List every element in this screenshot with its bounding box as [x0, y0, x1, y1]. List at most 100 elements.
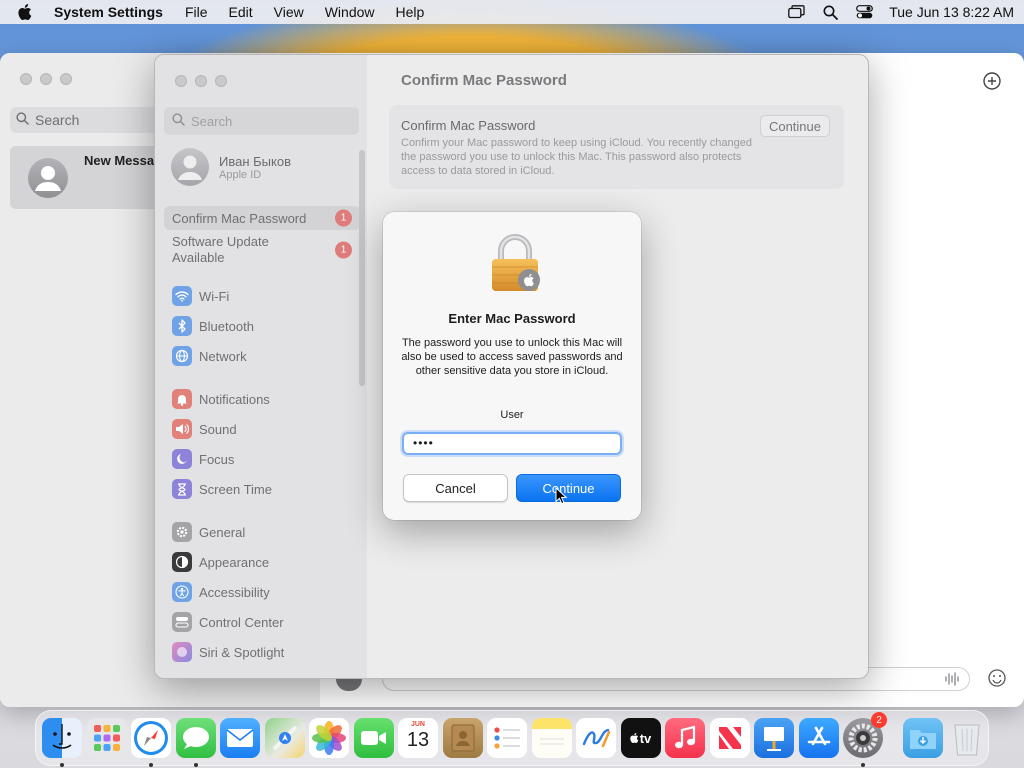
minimize-button[interactable] — [40, 73, 52, 85]
contacts-icon[interactable] — [442, 718, 483, 758]
compose-plus-icon[interactable] — [982, 71, 1002, 91]
tv-label: tv — [639, 730, 652, 746]
bluetooth-icon — [172, 316, 192, 336]
control-center-toggles-icon — [172, 612, 192, 632]
sidebar-item-sound[interactable]: Sound — [164, 414, 360, 444]
settings-page-title: Confirm Mac Password — [401, 72, 567, 89]
menu-window[interactable]: Window — [325, 4, 375, 20]
mouse-pointer-icon — [555, 486, 569, 505]
apple-menu-icon[interactable] — [18, 3, 36, 21]
settings-traffic-lights[interactable] — [175, 75, 227, 87]
user-avatar — [171, 148, 209, 186]
close-button[interactable] — [175, 75, 187, 87]
sidebar-scrollbar[interactable] — [359, 150, 365, 386]
screen-mirroring-icon[interactable] — [787, 4, 805, 20]
sidebar-item-control-center[interactable]: Control Center — [164, 607, 360, 637]
control-center-icon[interactable] — [855, 4, 873, 20]
sidebar-item-label: Screen Time — [199, 481, 272, 497]
search-icon — [172, 113, 185, 129]
messages-search-placeholder: Search — [35, 112, 80, 128]
siri-icon — [172, 642, 192, 662]
messages-traffic-lights[interactable] — [20, 73, 72, 85]
menu-view[interactable]: View — [274, 4, 304, 20]
calendar-icon[interactable]: JUN 13 — [398, 718, 438, 758]
app-store-icon[interactable] — [798, 718, 839, 758]
card-description: Confirm your Mac password to keep using … — [401, 137, 752, 177]
finder-icon[interactable] — [42, 718, 82, 767]
trash-icon[interactable] — [947, 718, 987, 758]
safari-icon[interactable] — [131, 718, 171, 767]
notes-icon[interactable] — [531, 718, 572, 758]
sidebar-item-software-update[interactable]: Software Update Available 1 — [164, 232, 360, 268]
zoom-button[interactable] — [60, 73, 72, 85]
sidebar-item-accessibility[interactable]: Accessibility — [164, 577, 360, 607]
gear-icon — [172, 522, 192, 542]
close-button[interactable] — [20, 73, 32, 85]
settings-search-field[interactable]: Search — [164, 107, 359, 135]
facetime-icon[interactable] — [353, 718, 394, 758]
sidebar-item-label: Software Update Available — [172, 234, 269, 265]
menu-file[interactable]: File — [185, 4, 208, 20]
sidebar-item-label: Appearance — [199, 554, 270, 570]
downloads-folder-icon[interactable] — [902, 718, 943, 758]
menu-bar: System Settings File Edit View Window He… — [0, 0, 1024, 24]
user-name: Иван Быков — [219, 153, 291, 169]
settings-badge: 2 — [871, 712, 887, 728]
freeform-icon[interactable] — [576, 718, 616, 758]
music-icon[interactable] — [665, 718, 705, 758]
calendar-day: 13 — [406, 729, 430, 751]
mail-icon[interactable] — [220, 718, 260, 758]
sidebar-item-label: Control Center — [199, 614, 284, 630]
sidebar-item-notifications[interactable]: Notifications — [164, 384, 360, 414]
sidebar-item-confirm-mac-password[interactable]: Confirm Mac Password 1 — [164, 206, 360, 230]
sidebar-item-label: Focus — [199, 451, 235, 467]
keynote-icon[interactable] — [754, 718, 794, 758]
notification-badge: 1 — [335, 209, 352, 227]
notification-badge: 1 — [335, 241, 352, 259]
messages-app-icon[interactable] — [175, 718, 216, 767]
zoom-button[interactable] — [215, 75, 227, 87]
emoji-icon[interactable] — [987, 668, 1007, 688]
sidebar-item-focus[interactable]: Focus — [164, 444, 360, 474]
confirm-password-card: Confirm Mac Password Confirm your Mac pa… — [389, 105, 844, 189]
sidebar-item-bluetooth[interactable]: Bluetooth — [164, 311, 360, 341]
settings-sidebar: Search Иван Быков Apple ID Confirm Mac P… — [155, 55, 367, 678]
photos-icon[interactable] — [309, 718, 349, 758]
sidebar-item-label: Confirm Mac Password — [172, 210, 307, 226]
sound-icon — [172, 419, 192, 439]
menu-clock[interactable]: Tue Jun 13 8:22 AM — [889, 4, 1014, 20]
password-field[interactable]: •••• — [402, 432, 622, 455]
cancel-button[interactable]: Cancel — [403, 474, 508, 502]
sidebar-item-screen-time[interactable]: Screen Time — [164, 474, 360, 504]
spotlight-search-icon[interactable] — [821, 4, 839, 20]
card-continue-button[interactable]: Continue — [759, 115, 830, 137]
card-title: Confirm Mac Password — [401, 118, 536, 133]
launchpad-icon[interactable] — [86, 718, 127, 758]
sidebar-item-label: Accessibility — [199, 584, 270, 600]
sidebar-item-general[interactable]: General — [164, 517, 360, 547]
menu-edit[interactable]: Edit — [229, 4, 253, 20]
conversation-name: New Messag — [84, 153, 163, 168]
maps-icon[interactable] — [264, 718, 305, 758]
sidebar-item-wifi[interactable]: Wi-Fi — [164, 281, 360, 311]
menu-help[interactable]: Help — [396, 4, 425, 20]
avatar — [28, 158, 68, 198]
sidebar-item-label: Network — [199, 348, 247, 364]
appearance-icon — [172, 552, 192, 572]
voice-waveform-icon[interactable] — [944, 671, 962, 687]
system-settings-app-icon[interactable]: 2 — [843, 712, 887, 767]
news-icon[interactable] — [709, 718, 750, 758]
menu-app-name[interactable]: System Settings — [54, 4, 163, 20]
dialog-message: The password you use to unlock this Mac … — [401, 337, 623, 377]
sidebar-item-siri-spotlight[interactable]: Siri & Spotlight — [164, 637, 360, 667]
sidebar-item-appearance[interactable]: Appearance — [164, 547, 360, 577]
sidebar-item-network[interactable]: Network — [164, 341, 360, 371]
accessibility-icon — [172, 582, 192, 602]
hourglass-icon — [172, 479, 192, 499]
apple-id-row[interactable]: Иван Быков Apple ID — [171, 148, 291, 186]
minimize-button[interactable] — [195, 75, 207, 87]
reminders-icon[interactable] — [487, 718, 527, 758]
tv-app-icon[interactable]: tv — [620, 718, 661, 758]
wifi-icon — [172, 286, 192, 306]
sidebar-item-label: Notifications — [199, 391, 270, 407]
